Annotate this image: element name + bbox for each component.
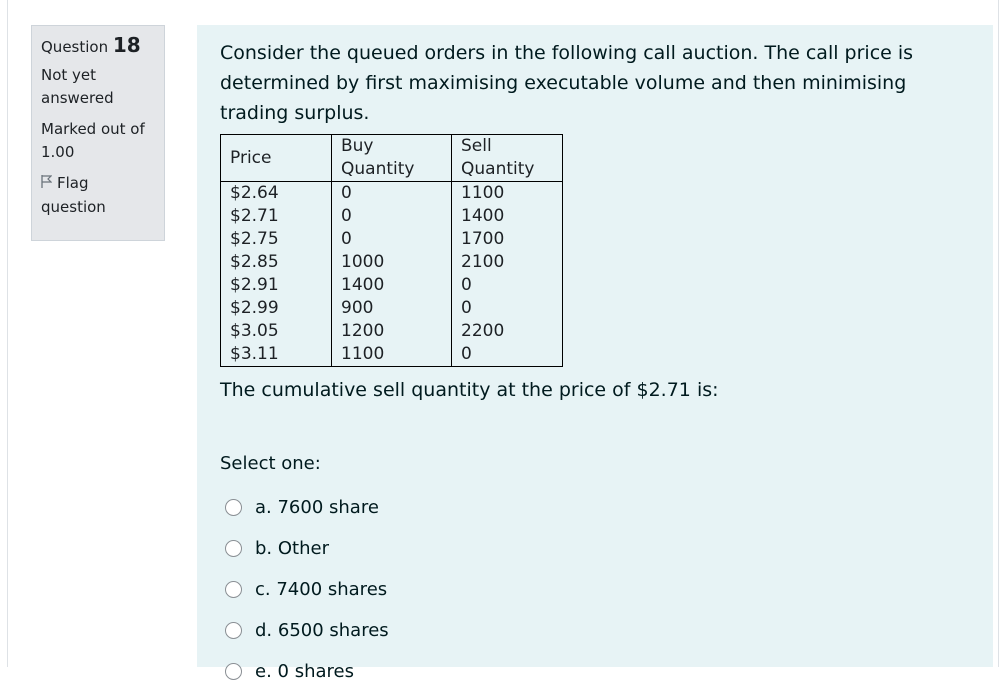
cell-sell-quantity: 1100 [451,181,563,205]
cell-price: $2.91 [220,274,332,297]
answer-option[interactable]: e. 0 shares [220,651,970,692]
answer-option[interactable]: a. 7600 share [220,487,970,528]
cell-price: $2.71 [220,205,332,228]
table-row: $3.11 1100 0 [220,343,563,367]
select-one-label: Select one: [220,453,321,474]
cell-price: $3.11 [220,343,332,367]
header-price: Price [220,134,332,182]
question-grade: Marked out of 1.00 [41,120,145,161]
answer-option[interactable]: d. 6500 shares [220,610,970,651]
answer-option-label: a. 7600 share [255,497,379,518]
table-row: $2.91 1400 0 [220,274,563,297]
table-row: $2.64 0 1100 [220,181,563,205]
question-status: Not yet answered [41,66,114,107]
answer-options: a. 7600 share b. Other c. 7400 shares d. 65… [220,487,970,692]
table-header-row: Price Buy Quantity Sell Quantity [220,134,563,182]
question-prompt: The cumulative sell quantity at the pric… [220,379,719,401]
question-number: Question 18 [41,34,155,58]
answer-option-label: d. 6500 shares [255,620,389,641]
answer-option[interactable]: b. Other [220,528,970,569]
radio-button[interactable] [225,540,242,557]
answer-option-label: e. 0 shares [255,661,354,682]
question-number-value: 18 [112,33,141,57]
radio-button[interactable] [225,581,242,598]
table-row: $3.05 1200 2200 [220,320,563,343]
radio-button[interactable] [225,499,242,516]
cell-buy-quantity: 0 [331,228,452,251]
question-label: Question [41,38,109,56]
table-row: $2.85 1000 2100 [220,251,563,274]
table-row: $2.71 0 1400 [220,205,563,228]
header-sell-quantity: Sell Quantity [451,134,563,182]
answer-option-label: c. 7400 shares [255,579,388,600]
cell-buy-quantity: 0 [331,205,452,228]
flag-question-link[interactable]: Flag question [41,172,155,219]
cell-buy-quantity: 900 [331,297,452,320]
question-content: Consider the queued orders in the follow… [197,25,993,682]
cell-sell-quantity: 2200 [451,320,563,343]
cell-sell-quantity: 2100 [451,251,563,274]
cell-buy-quantity: 1400 [331,274,452,297]
answer-option[interactable]: c. 7400 shares [220,569,970,610]
cell-sell-quantity: 0 [451,343,563,367]
cell-sell-quantity: 1700 [451,228,563,251]
question-info-panel: Question 18 Not yet answered Marked out … [31,25,165,241]
header-buy-quantity: Buy Quantity [331,134,452,182]
table-row: $2.75 0 1700 [220,228,563,251]
cell-price: $2.75 [220,228,332,251]
orders-table: Price Buy Quantity Sell Quantity $2.64 0 1… [220,134,563,367]
cell-price: $2.64 [220,181,332,205]
cell-buy-quantity: 1100 [331,343,452,367]
cell-price: $2.99 [220,297,332,320]
question-intro: Consider the queued orders in the follow… [220,42,914,124]
radio-button[interactable] [225,622,242,639]
flag-icon [41,173,53,196]
cell-price: $3.05 [220,320,332,343]
cell-sell-quantity: 0 [451,274,563,297]
cell-sell-quantity: 1400 [451,205,563,228]
cell-price: $2.85 [220,251,332,274]
cell-sell-quantity: 0 [451,297,563,320]
cell-buy-quantity: 1000 [331,251,452,274]
cell-buy-quantity: 0 [331,181,452,205]
cell-buy-quantity: 1200 [331,320,452,343]
table-row: $2.99 900 0 [220,297,563,320]
radio-button[interactable] [225,663,242,680]
answer-option-label: b. Other [255,538,329,559]
